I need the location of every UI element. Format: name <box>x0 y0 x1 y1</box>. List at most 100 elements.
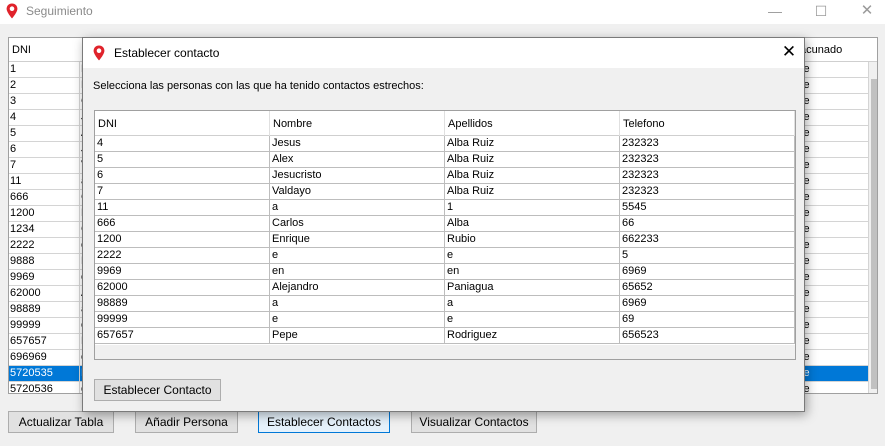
cell-apellidos: 1 <box>445 200 620 216</box>
close-button[interactable]: ✕ <box>844 0 885 24</box>
cell-telefono: 656523 <box>620 328 795 344</box>
cell-dni: 2 <box>9 78 80 94</box>
cell-dni: 99999 <box>95 312 270 328</box>
column-header-apellidos[interactable]: Apellidos <box>445 111 620 136</box>
cell-dni: 5720536 <box>9 382 80 393</box>
cell-nombre: Carlos <box>270 216 445 232</box>
cell-apellidos: Alba Ruiz <box>445 184 620 200</box>
cell-telefono: 662233 <box>620 232 795 248</box>
cell-dni: 666 <box>95 216 270 232</box>
contact-row[interactable]: 2222 e e 5 <box>95 248 795 264</box>
cell-apellidos: Alba Ruiz <box>445 168 620 184</box>
cell-dni: 62000 <box>9 286 80 302</box>
cell-nombre: Jesucristo <box>270 168 445 184</box>
cell-vacunado: se <box>797 142 869 158</box>
cell-telefono: 66 <box>620 216 795 232</box>
contact-row[interactable]: 7 Valdayo Alba Ruiz 232323 <box>95 184 795 200</box>
cell-dni: 7 <box>95 184 270 200</box>
cell-vacunado: se <box>797 190 869 206</box>
cell-vacunado: se <box>797 78 869 94</box>
cell-apellidos: Alba <box>445 216 620 232</box>
cell-dni: 62000 <box>95 280 270 296</box>
cell-apellidos: Alba Ruiz <box>445 136 620 152</box>
contact-row[interactable]: 9969 en en 6969 <box>95 264 795 280</box>
contact-row[interactable]: 5 Alex Alba Ruiz 232323 <box>95 152 795 168</box>
cell-telefono: 65652 <box>620 280 795 296</box>
cell-vacunado: se <box>797 238 869 254</box>
maximize-button[interactable]: ☐ <box>798 0 844 24</box>
cell-dni: 98889 <box>95 296 270 312</box>
column-header-dni[interactable]: DNI <box>9 38 31 62</box>
establecer-contactos-button[interactable]: Establecer Contactos <box>258 411 390 433</box>
anadir-persona-button[interactable]: Añadir Persona <box>135 411 238 433</box>
cell-apellidos: Rodriguez <box>445 328 620 344</box>
cell-vacunado: se <box>797 286 869 302</box>
cell-dni: 1 <box>9 62 80 78</box>
cell-vacunado: se <box>797 318 869 334</box>
cell-vacunado: se <box>797 94 869 110</box>
actualizar-tabla-button[interactable]: Actualizar Tabla <box>8 411 114 433</box>
cell-dni: 2222 <box>95 248 270 264</box>
establecer-contacto-dialog: Establecer contacto ✕ Selecciona las per… <box>82 37 805 412</box>
contact-row[interactable]: 99999 e e 69 <box>95 312 795 328</box>
cell-vacunado: se <box>797 126 869 142</box>
cell-apellidos: a <box>445 296 620 312</box>
cell-vacunado: se <box>797 110 869 126</box>
column-header-dni[interactable]: DNI <box>95 111 270 136</box>
cell-dni: 1200 <box>9 206 80 222</box>
contact-row[interactable]: 666 Carlos Alba 66 <box>95 216 795 232</box>
cell-nombre: Jesus <box>270 136 445 152</box>
cell-dni: 696969 <box>9 350 80 366</box>
cell-dni: 1200 <box>95 232 270 248</box>
dialog-titlebar: Establecer contacto ✕ <box>83 38 804 68</box>
contact-row[interactable]: 4 Jesus Alba Ruiz 232323 <box>95 136 795 152</box>
cell-vacunado: se <box>797 206 869 222</box>
cell-dni: 4 <box>9 110 80 126</box>
cell-nombre: en <box>270 264 445 280</box>
cell-vacunado: se <box>797 350 869 366</box>
cell-nombre: a <box>270 296 445 312</box>
cell-telefono: 5 <box>620 248 795 264</box>
cell-nombre: e <box>270 248 445 264</box>
contact-row[interactable]: 6 Jesucristo Alba Ruiz 232323 <box>95 168 795 184</box>
scrollbar-thumb[interactable] <box>871 79 877 389</box>
cell-vacunado: se <box>797 62 869 78</box>
cell-telefono: 6969 <box>620 296 795 312</box>
cell-vacunado: se <box>797 366 869 382</box>
vertical-scrollbar[interactable] <box>869 62 877 393</box>
cell-dni: 657657 <box>9 334 80 350</box>
cell-apellidos: en <box>445 264 620 280</box>
contact-row[interactable]: 98889 a a 6969 <box>95 296 795 312</box>
cell-apellidos: Rubio <box>445 232 620 248</box>
establecer-contacto-button[interactable]: Establecer Contacto <box>94 379 221 401</box>
cell-dni: 9969 <box>95 264 270 280</box>
cell-telefono: 69 <box>620 312 795 328</box>
contact-row[interactable]: 657657 Pepe Rodriguez 656523 <box>95 328 795 344</box>
visualizar-contactos-button[interactable]: Visualizar Contactos <box>411 411 537 433</box>
contact-row[interactable]: 1200 Enrique Rubio 662233 <box>95 232 795 248</box>
cell-telefono: 232323 <box>620 136 795 152</box>
cell-apellidos: Alba Ruiz <box>445 152 620 168</box>
cell-apellidos: e <box>445 248 620 264</box>
column-header-nombre[interactable]: Nombre <box>270 111 445 136</box>
cell-dni: 9969 <box>9 270 80 286</box>
contacts-table: DNI Nombre Apellidos Telefono 4 Jesus Alba… <box>94 110 796 360</box>
cell-telefono: 6969 <box>620 264 795 280</box>
minimize-button[interactable]: — <box>752 0 798 24</box>
cell-vacunado: se <box>797 302 869 318</box>
cell-nombre: Valdayo <box>270 184 445 200</box>
column-header-telefono[interactable]: Telefono <box>620 111 795 136</box>
contact-row[interactable]: 62000 Alejandro Paniagua 65652 <box>95 280 795 296</box>
cell-vacunado: se <box>797 174 869 190</box>
cell-dni: 4 <box>95 136 270 152</box>
cell-nombre: Enrique <box>270 232 445 248</box>
cell-telefono: 232323 <box>620 168 795 184</box>
dialog-close-button[interactable]: ✕ <box>777 41 801 65</box>
cell-apellidos: Paniagua <box>445 280 620 296</box>
cell-nombre: a <box>270 200 445 216</box>
cell-dni: 98889 <box>9 302 80 318</box>
cell-nombre: Alejandro <box>270 280 445 296</box>
cell-dni: 5 <box>95 152 270 168</box>
contact-row[interactable]: 11 a 1 5545 <box>95 200 795 216</box>
cell-dni: 6 <box>9 142 80 158</box>
